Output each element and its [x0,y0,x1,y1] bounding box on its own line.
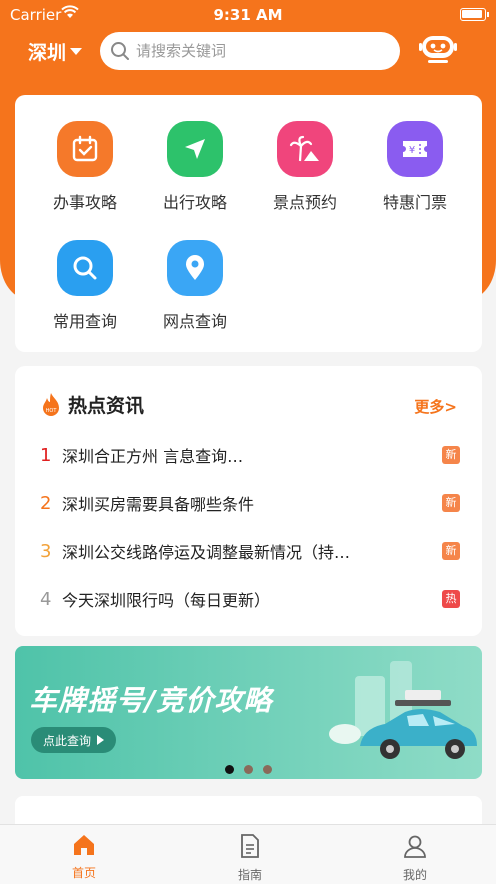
clock: 9:31 AM [213,6,283,24]
carousel-dot[interactable] [225,765,234,774]
battery-icon [460,8,489,21]
quick-link-common-query[interactable]: 常用查询 [30,240,140,332]
quick-link-label: 出行攻略 [162,193,227,212]
news-text: 深圳公交线路停运及调整最新情况（持… [62,543,351,562]
quick-link-travel-guide[interactable]: 出行攻略 [140,121,250,213]
hot-news-card: HOT 热点资讯 更多> 1 深圳合正方州 言息查询… 新 2 深圳买房需要具备… [15,366,482,636]
hot-news-title: 热点资讯 [68,395,145,417]
tab-label: 我的 [402,868,427,882]
home-icon [74,835,94,855]
carousel-dot[interactable] [263,765,272,774]
tab-home[interactable]: 首页 [44,833,124,881]
top-header: 深圳 [0,30,496,74]
new-badge: 新 [442,494,460,512]
quick-link-scenic-booking[interactable]: 景点预约 [250,121,360,213]
quick-link-office-guide[interactable]: 办事攻略 [30,121,140,213]
tab-bar: 首页 指南 我的 [0,824,496,884]
navigation-arrow-icon [167,121,223,177]
play-arrow-icon [97,735,105,745]
news-item[interactable]: 3 深圳公交线路停运及调整最新情况（持… 新 [40,536,460,566]
news-rank: 2 [40,492,52,514]
flame-hot-icon: HOT [43,392,59,416]
hot-badge: 热 [442,590,460,608]
quick-link-outlet-query[interactable]: 网点查询 [140,240,250,332]
quick-link-label: 景点预约 [272,193,337,212]
svg-text:¥: ¥ [409,145,415,156]
magnifier-icon [57,240,113,296]
svg-text:HOT: HOT [46,408,58,414]
carousel-dots [225,765,272,774]
search-icon [111,42,129,60]
news-text: 今天深圳限行吗（每日更新） [62,591,271,610]
tab-label: 首页 [71,866,96,880]
banner-title: 车牌摇号/竞价攻略 [29,684,273,717]
quick-link-label: 网点查询 [162,312,227,331]
tab-label: 指南 [237,868,262,882]
carousel-dot[interactable] [244,765,253,774]
news-rank: 4 [40,588,52,610]
quick-link-label: 特惠门票 [382,193,447,212]
new-badge: 新 [442,446,460,464]
banner-button-label: 点此查询 [43,733,92,748]
document-icon [241,834,259,858]
news-item[interactable]: 2 深圳买房需要具备哪些条件 新 [40,488,460,518]
news-rank: 1 [40,444,52,466]
hot-news-header: HOT 热点资讯 [40,391,144,418]
ticket-icon: ¥ [387,121,443,177]
news-item[interactable]: 4 今天深圳限行吗（每日更新） 热 [40,584,460,614]
more-link[interactable]: 更多> [414,396,457,417]
tab-guide[interactable]: 指南 [210,833,290,883]
new-badge: 新 [442,542,460,560]
location-pin-icon [167,240,223,296]
news-item[interactable]: 1 深圳合正方州 言息查询… 新 [40,440,460,470]
news-text: 深圳买房需要具备哪些条件 [62,495,255,514]
search-bar[interactable] [100,32,400,70]
banner-car-illustration [329,661,477,759]
caret-down-icon [70,48,83,55]
tab-mine[interactable]: 我的 [375,833,455,883]
city-label: 深圳 [28,42,67,64]
quick-links-card: 办事攻略 出行攻略 景点预约 ¥ 特惠门票 常用查询 网点查询 [15,95,482,352]
robot-assistant-icon[interactable] [418,28,458,68]
palm-tree-icon [277,121,333,177]
search-input[interactable] [136,42,376,60]
calendar-check-icon [57,121,113,177]
news-rank: 3 [40,540,52,562]
news-text: 深圳合正方州 言息查询… [62,447,244,466]
profile-icon [404,835,426,858]
quick-link-discount-tickets[interactable]: ¥ 特惠门票 [360,121,470,213]
quick-link-label: 办事攻略 [52,193,117,212]
city-selector[interactable]: 深圳 [28,38,83,65]
banner-query-button[interactable]: 点此查询 [31,727,117,753]
quick-link-label: 常用查询 [52,312,117,331]
promo-banner[interactable]: 车牌摇号/竞价攻略 点此查询 [15,646,482,779]
status-bar: Carrier 9:31 AM [0,0,496,30]
